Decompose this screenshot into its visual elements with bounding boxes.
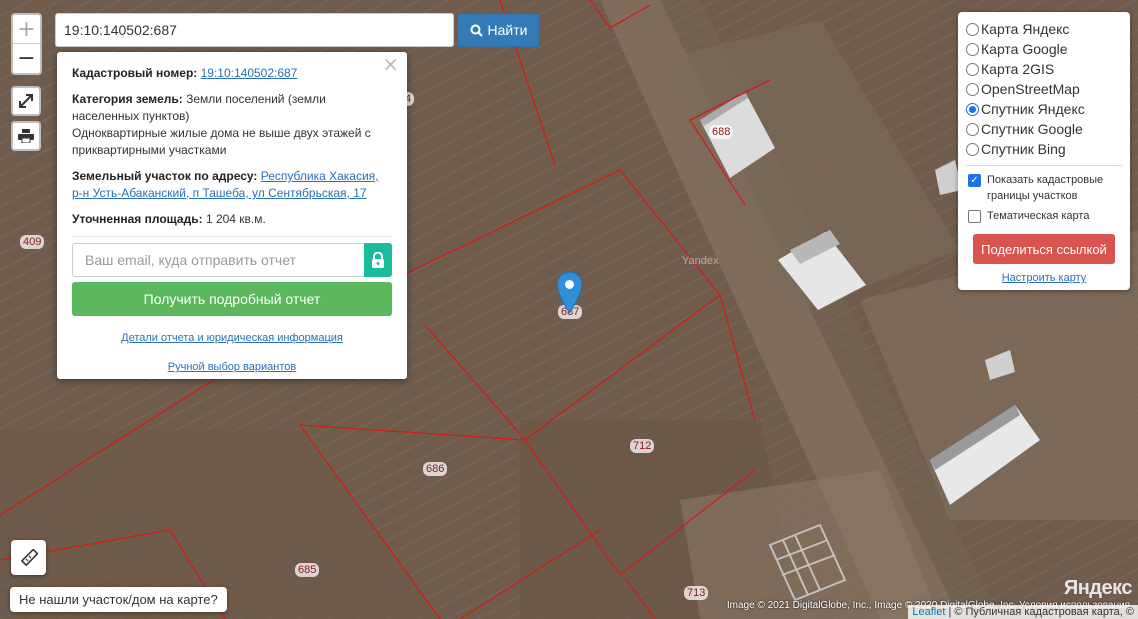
radio-button[interactable] xyxy=(966,122,979,136)
popup-close-button[interactable]: × xyxy=(382,54,399,74)
layer-option-yandex-map[interactable]: Карта Яндекс xyxy=(966,19,1122,39)
show-borders-label: Показать кадастровые границы участков xyxy=(987,174,1104,202)
layer-option-label: Спутник Яндекс xyxy=(981,101,1085,117)
parcel-label-685: 685 xyxy=(295,563,320,577)
search-button-label: Найти xyxy=(487,22,528,38)
printer-icon xyxy=(18,129,34,143)
configure-map-link[interactable]: Настроить карту xyxy=(966,272,1122,284)
address-label: Земельный участок по адресу: xyxy=(72,169,258,183)
attribution-separator: | xyxy=(948,606,952,618)
lock-icon xyxy=(372,252,384,268)
expand-icon xyxy=(19,94,33,108)
layer-option-openstreetmap[interactable]: OpenStreetMap xyxy=(966,79,1122,99)
layer-option-label: Спутник Bing xyxy=(981,141,1066,157)
search-icon xyxy=(470,24,483,37)
attribution-source: © Публичная кадастровая карта, © xyxy=(954,606,1134,618)
thematic-map-label: Тематическая карта xyxy=(987,210,1090,222)
thematic-map-option[interactable]: Тематическая карта xyxy=(966,208,1122,224)
land-usage-value: Одноквартирные жилые дома не выше двух э… xyxy=(72,126,371,157)
print-button[interactable] xyxy=(11,121,41,151)
map-attribution: Leaflet | © Публичная кадастровая карта,… xyxy=(908,605,1138,619)
radio-button[interactable] xyxy=(966,62,979,76)
measure-button[interactable] xyxy=(11,540,46,575)
layer-switcher-panel: Карта Яндекс Карта Google Карта 2GIS Ope… xyxy=(958,12,1130,290)
ruler-icon xyxy=(20,548,38,566)
layer-option-label: Карта Google xyxy=(981,41,1068,57)
layer-option-bing-satellite[interactable]: Спутник Bing xyxy=(966,139,1122,159)
zoom-out-button[interactable]: − xyxy=(13,44,40,73)
yandex-logo: Яндекс xyxy=(1063,577,1133,599)
layer-option-google-satellite[interactable]: Спутник Google xyxy=(966,119,1122,139)
address-link-line2[interactable]: р-н Усть-Абаканский, п Ташеба, ул Сентяб… xyxy=(72,186,367,200)
show-borders-option[interactable]: ✓ Показать кадастровые границы участков xyxy=(966,172,1122,204)
radio-button[interactable] xyxy=(966,142,979,156)
address-row: Земельный участок по адресу: Республика … xyxy=(72,168,392,202)
land-category-label: Категория земель: xyxy=(72,92,183,106)
zoom-control: + − xyxy=(11,13,42,75)
parcel-not-found-button[interactable]: Не нашли участок/дом на карте? xyxy=(10,587,227,612)
manual-selection-link[interactable]: Ручной выбор вариантов xyxy=(72,359,392,376)
layers-divider xyxy=(966,165,1122,166)
leaflet-link[interactable]: Leaflet xyxy=(912,606,945,618)
zoom-in-button[interactable]: + xyxy=(13,15,40,44)
search-input[interactable]: 19:10:140502:687 xyxy=(55,13,454,47)
layer-option-label: OpenStreetMap xyxy=(981,81,1080,97)
checkbox[interactable] xyxy=(968,210,981,223)
parcel-label-688: 688 xyxy=(709,125,734,139)
report-details-link[interactable]: Детали отчета и юридическая информация xyxy=(72,330,392,347)
layer-option-label: Карта 2GIS xyxy=(981,61,1055,77)
cadastral-number-link[interactable]: 19:10:140502:687 xyxy=(201,66,298,80)
get-report-button[interactable]: Получить подробный отчет xyxy=(72,282,392,316)
share-link-button[interactable]: Поделиться ссылкой xyxy=(973,234,1115,264)
lock-button[interactable] xyxy=(364,243,392,277)
yandex-watermark: Yandex xyxy=(682,255,719,267)
popup-divider xyxy=(72,236,392,237)
radio-button[interactable] xyxy=(966,22,979,36)
layer-option-2gis-map[interactable]: Карта 2GIS xyxy=(966,59,1122,79)
search-button[interactable]: Найти xyxy=(457,13,540,47)
email-row: Ваш email, куда отправить отчет xyxy=(72,243,392,277)
area-value: 1 204 кв.м. xyxy=(205,212,266,226)
checkbox-checked[interactable]: ✓ xyxy=(968,174,981,187)
parcel-label-686: 686 xyxy=(423,462,448,476)
layer-option-google-map[interactable]: Карта Google xyxy=(966,39,1122,59)
parcel-label-712: 712 xyxy=(630,439,655,453)
area-label: Уточненная площадь: xyxy=(72,212,203,226)
parcel-info-popup: × Кадастровый номер: 19:10:140502:687 Ка… xyxy=(57,52,407,379)
land-category-row: Категория земель: Земли поселений (земли… xyxy=(72,91,392,159)
area-row: Уточненная площадь: 1 204 кв.м. xyxy=(72,211,392,228)
parcel-label-409: 409 xyxy=(20,235,45,249)
radio-button-selected[interactable] xyxy=(966,102,979,116)
layer-option-yandex-satellite[interactable]: Спутник Яндекс xyxy=(966,99,1122,119)
layer-option-label: Карта Яндекс xyxy=(981,21,1070,37)
radio-button[interactable] xyxy=(966,82,979,96)
location-marker-icon[interactable] xyxy=(556,271,583,318)
layer-option-label: Спутник Google xyxy=(981,121,1083,137)
cadastral-number-label: Кадастровый номер: xyxy=(72,66,198,80)
radio-button[interactable] xyxy=(966,42,979,56)
parcel-label-713: 713 xyxy=(684,586,709,600)
cadastral-number-row: Кадастровый номер: 19:10:140502:687 xyxy=(72,65,392,82)
address-link-line1[interactable]: Республика Хакасия, xyxy=(261,169,379,183)
fullscreen-button[interactable] xyxy=(11,86,41,116)
email-input[interactable]: Ваш email, куда отправить отчет xyxy=(72,243,364,277)
